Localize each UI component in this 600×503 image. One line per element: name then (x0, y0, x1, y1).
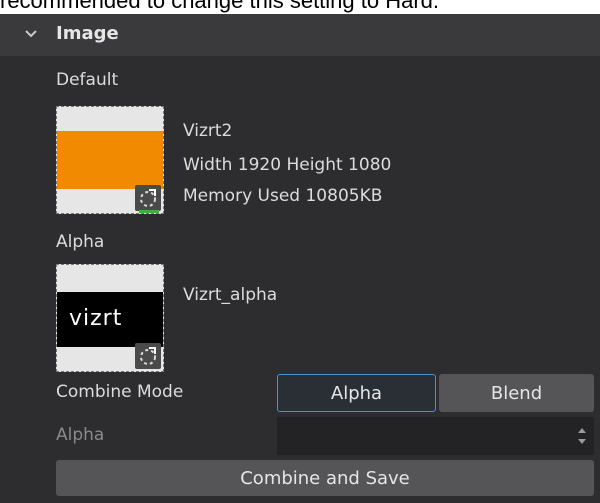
alpha-value-field[interactable] (277, 417, 594, 455)
default-image-dimensions: Width 1920 Height 1080 (183, 155, 392, 175)
top-text-strip: recommended to change this setting to Ha… (0, 0, 600, 14)
reload-icon (140, 189, 156, 207)
alpha-image-thumbnail[interactable]: vizrt (56, 264, 164, 372)
combine-mode-alpha-button[interactable]: Alpha (277, 374, 436, 412)
section-header-image[interactable]: Image (0, 14, 600, 56)
section-title: Image (56, 23, 119, 44)
loaded-indicator (139, 210, 159, 213)
vizrt-logo-text: vizrt (69, 306, 123, 331)
default-image-swatch (57, 131, 163, 189)
chevron-down-icon[interactable] (22, 24, 40, 44)
alpha-image-swatch: vizrt (57, 292, 163, 347)
alpha-label: Alpha (56, 232, 105, 252)
combine-mode-blend-button[interactable]: Blend (439, 374, 594, 412)
alpha-reload-badge[interactable] (135, 343, 161, 369)
stepper-icon[interactable] (576, 424, 588, 448)
combine-and-save-button[interactable]: Combine and Save (56, 460, 594, 496)
combine-mode-alpha-label: Alpha (330, 382, 383, 404)
reload-icon (140, 347, 156, 365)
default-image-thumbnail[interactable] (56, 106, 164, 214)
default-reload-badge[interactable] (135, 185, 161, 211)
combine-and-save-label: Combine and Save (240, 467, 410, 489)
default-image-memory: Memory Used 10805KB (183, 186, 383, 206)
top-text: recommended to change this setting to Ha… (0, 0, 440, 13)
combine-mode-blend-label: Blend (490, 382, 543, 404)
alpha-field-label: Alpha (56, 425, 105, 445)
default-image-name: Vizrt2 (183, 121, 233, 141)
alpha-image-name: Vizrt_alpha (183, 285, 278, 305)
default-label: Default (56, 70, 119, 90)
combine-mode-label: Combine Mode (56, 382, 184, 402)
